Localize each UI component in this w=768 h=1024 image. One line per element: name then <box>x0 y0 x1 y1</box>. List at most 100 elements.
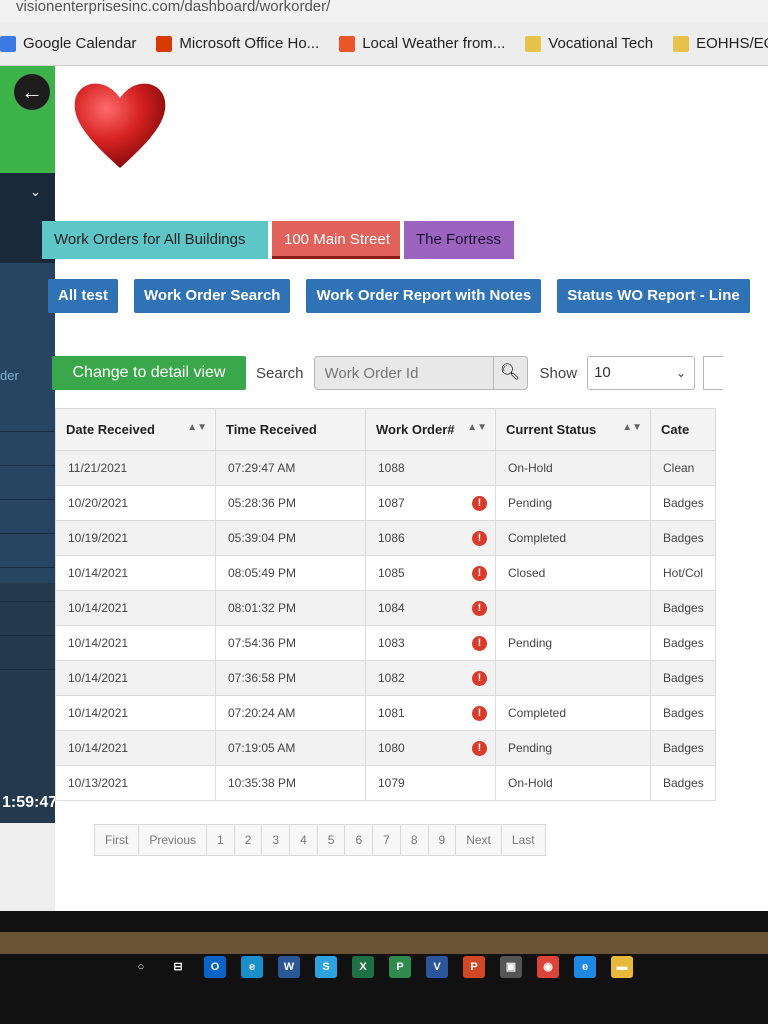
tab-the-fortress[interactable]: The Fortress <box>404 221 514 259</box>
outlook-icon[interactable]: O <box>204 956 226 978</box>
photos-icon[interactable]: ▣ <box>500 956 522 978</box>
table-row[interactable]: 10/13/2021 10:35:38 PM 1079 On-Hold Badges <box>55 765 716 801</box>
bookmark-label: Vocational Tech <box>548 35 654 52</box>
all-test-button[interactable]: All test <box>48 279 119 313</box>
search-icon[interactable]: 🔍︎ <box>492 357 527 389</box>
task-view-icon[interactable]: ⊟ <box>167 956 189 978</box>
change-view-button[interactable]: Change to detail view <box>52 356 246 390</box>
excel-icon[interactable]: X <box>352 956 374 978</box>
cell-date: 10/14/2021 <box>55 555 216 591</box>
page-link[interactable]: 1 <box>207 825 235 855</box>
office-icon <box>156 35 173 52</box>
report-with-notes-button[interactable]: Work Order Report with Notes <box>306 279 542 313</box>
extra-select[interactable] <box>703 356 724 390</box>
cell-date-text: 10/19/2021 <box>68 531 129 545</box>
cell-work-order: 1082! <box>365 660 496 696</box>
cell-status-text: On-Hold <box>508 776 553 790</box>
page-link[interactable]: Next <box>456 825 502 855</box>
cell-category: Hot/Col <box>650 555 716 591</box>
bookmark-item[interactable]: EOHHS/EOTSS <box>673 35 768 52</box>
cell-category-text: Clean <box>663 461 695 475</box>
page-size-select[interactable]: 10 ⌄ <box>587 356 696 390</box>
publisher-icon[interactable]: P <box>389 956 411 978</box>
sort-icon[interactable]: ▲▼ <box>187 422 207 433</box>
bookmark-label: EOHHS/EOTSS <box>696 35 768 52</box>
url-bar[interactable]: visionenterprisesinc.com/dashboard/worko… <box>0 0 768 22</box>
bookmark-item[interactable]: Local Weather from... <box>339 35 505 52</box>
cell-date-text: 10/14/2021 <box>68 741 129 755</box>
back-arrow-icon[interactable]: ← <box>14 74 50 110</box>
search-icon[interactable]: ○ <box>130 956 152 978</box>
cell-time: 07:54:36 PM <box>215 625 366 661</box>
table-row[interactable]: 10/19/2021 05:39:04 PM 1086! Completed Badge… <box>55 520 716 556</box>
cell-work-order-text: 1086 <box>378 530 405 545</box>
ie-icon[interactable]: e <box>574 956 596 978</box>
cell-date: 10/14/2021 <box>55 625 216 661</box>
powerpoint-icon[interactable]: P <box>463 956 485 978</box>
page-link[interactable]: 2 <box>235 825 263 855</box>
bookmark-label: Google Calendar <box>23 35 137 52</box>
table-row[interactable]: 11/21/2021 07:29:47 AM 1088 On-Hold Clean <box>55 450 716 486</box>
cell-work-order-text: 1081 <box>378 705 405 720</box>
cell-category: Badges <box>650 660 716 696</box>
header-time-received[interactable]: Time Received <box>215 408 366 451</box>
explorer-icon[interactable]: ▬ <box>611 956 633 978</box>
page-link[interactable]: Previous <box>139 825 208 855</box>
cell-status: Completed <box>495 520 651 556</box>
cell-date: 10/14/2021 <box>55 660 216 696</box>
sort-icon[interactable]: ▲▼ <box>467 422 487 433</box>
status-wo-report-button[interactable]: Status WO Report - Line <box>557 279 750 313</box>
page-link[interactable]: 5 <box>318 825 346 855</box>
skype-icon[interactable]: S <box>315 956 337 978</box>
weather-icon <box>339 35 356 52</box>
word-icon[interactable]: W <box>278 956 300 978</box>
page-link[interactable]: 4 <box>290 825 318 855</box>
table-row[interactable]: 10/14/2021 08:01:32 PM 1084! Badges <box>55 590 716 626</box>
table-row[interactable]: 10/14/2021 07:36:58 PM 1082! Badges <box>55 660 716 696</box>
bookmark-item[interactable]: Google Calendar <box>0 35 136 52</box>
header-date-received[interactable]: Date Received ▲▼ <box>55 408 216 451</box>
taskbar-icons: ○ ⊟ Oe W S X P V P ▣ ◉ e ▬ <box>130 956 648 978</box>
bookmark-item[interactable]: Vocational Tech <box>525 35 653 52</box>
tab-100-main-street[interactable]: 100 Main Street <box>272 221 400 259</box>
page-link[interactable]: 6 <box>345 825 374 855</box>
page-link[interactable]: 3 <box>262 825 291 855</box>
show-label: Show <box>539 364 578 382</box>
cell-time-text: 07:36:58 PM <box>228 671 297 685</box>
sort-icon[interactable]: ▲▼ <box>622 422 642 433</box>
cell-status-text: On-Hold <box>508 461 553 475</box>
sidebar-label: der <box>0 368 19 383</box>
cell-date-text: 10/14/2021 <box>68 706 129 720</box>
header-category[interactable]: Cate <box>650 408 716 451</box>
cell-date: 10/14/2021 <box>55 695 216 731</box>
cell-status: On-Hold <box>495 450 651 486</box>
search-input[interactable] <box>314 357 493 389</box>
header-current-status[interactable]: Current Status ▲▼ <box>495 408 651 451</box>
table-row[interactable]: 10/14/2021 08:05:49 PM 1085! Closed Hot/Col <box>55 555 716 591</box>
page-link[interactable]: 9 <box>429 825 457 855</box>
cell-time: 07:29:47 AM <box>215 450 366 486</box>
page-link[interactable]: First <box>95 825 140 855</box>
cell-time: 08:05:49 PM <box>215 555 366 591</box>
cell-status <box>495 660 651 696</box>
cell-category-text: Badges <box>663 531 704 545</box>
bookmark-item[interactable]: Microsoft Office Ho... <box>156 35 319 52</box>
edge-icon[interactable]: e <box>241 956 263 978</box>
cell-work-order-text: 1088 <box>378 461 405 475</box>
page-link[interactable]: 8 <box>401 825 429 855</box>
cell-category-text: Badges <box>663 671 704 685</box>
cell-work-order-text: 1085 <box>378 565 405 580</box>
table-row[interactable]: 10/20/2021 05:28:36 PM 1087! Pending Badges <box>55 485 716 521</box>
chrome-icon[interactable]: ◉ <box>537 956 559 978</box>
alert-icon: ! <box>472 740 487 756</box>
table-row[interactable]: 10/14/2021 07:20:24 AM 1081! Completed Badge… <box>55 695 716 731</box>
table-row[interactable]: 10/14/2021 07:19:05 AM 1080! Pending Badges <box>55 730 716 766</box>
work-order-search-button[interactable]: Work Order Search <box>134 279 291 313</box>
visio-icon[interactable]: V <box>426 956 448 978</box>
header-work-order[interactable]: Work Order# ▲▼ <box>365 408 496 451</box>
chevron-down-icon[interactable]: ⌄ <box>30 184 41 200</box>
page-link[interactable]: 7 <box>373 825 401 855</box>
tab-all-buildings[interactable]: Work Orders for All Buildings <box>42 221 268 259</box>
page-link[interactable]: Last <box>502 825 545 855</box>
table-row[interactable]: 10/14/2021 07:54:36 PM 1083! Pending Badges <box>55 625 716 661</box>
